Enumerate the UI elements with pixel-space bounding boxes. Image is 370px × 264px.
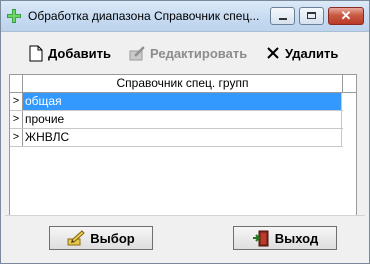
- grid-header: Справочник спец. групп: [10, 75, 356, 93]
- column-header[interactable]: Справочник спец. групп: [23, 75, 343, 92]
- pencil-select-icon: [67, 230, 86, 246]
- minimize-icon: [279, 18, 287, 20]
- edit-button[interactable]: Редактировать: [129, 38, 247, 68]
- table-row[interactable]: > прочие: [10, 111, 343, 129]
- edit-label: Редактировать: [150, 45, 248, 61]
- groups-grid[interactable]: Справочник спец. групп > общая > прочие …: [9, 74, 357, 216]
- exit-door-icon: [252, 230, 269, 246]
- table-cell[interactable]: прочие: [23, 111, 342, 128]
- table-cell[interactable]: ЖНВЛС: [23, 129, 342, 146]
- delete-label: Удалить: [285, 45, 339, 61]
- row-indicator: >: [10, 111, 23, 128]
- indicator-column-header: [10, 75, 23, 92]
- exit-button[interactable]: Выход: [233, 226, 337, 250]
- table-cell[interactable]: общая: [23, 93, 342, 110]
- minimize-button[interactable]: [270, 7, 295, 25]
- table-row[interactable]: > ЖНВЛС: [10, 129, 343, 147]
- delete-button[interactable]: Удалить: [266, 38, 338, 68]
- x-scissors-icon: [267, 47, 279, 59]
- table-row[interactable]: > общая: [10, 93, 343, 111]
- app-window: Обработка диапазона Справочник спец... ✕…: [0, 0, 370, 264]
- new-document-icon: [29, 45, 43, 61]
- window-title: Обработка диапазона Справочник спец...: [28, 9, 260, 23]
- row-indicator: >: [10, 93, 23, 110]
- maximize-button[interactable]: [299, 7, 324, 25]
- select-button[interactable]: Выбор: [49, 226, 153, 250]
- exit-label: Выход: [274, 230, 319, 246]
- add-button[interactable]: Добавить: [29, 38, 111, 68]
- close-button[interactable]: ✕: [328, 7, 364, 25]
- title-bar[interactable]: Обработка диапазона Справочник спец... ✕: [1, 1, 369, 32]
- close-icon: ✕: [340, 8, 352, 23]
- select-label: Выбор: [90, 230, 135, 246]
- divider: [5, 215, 365, 216]
- maximize-icon: [307, 12, 316, 19]
- edit-pencil-icon: [129, 46, 145, 61]
- row-indicator: >: [10, 129, 23, 146]
- green-cross-icon: [7, 9, 21, 23]
- add-label: Добавить: [48, 45, 111, 61]
- toolbar: Добавить Редактировать Удалить: [3, 34, 367, 72]
